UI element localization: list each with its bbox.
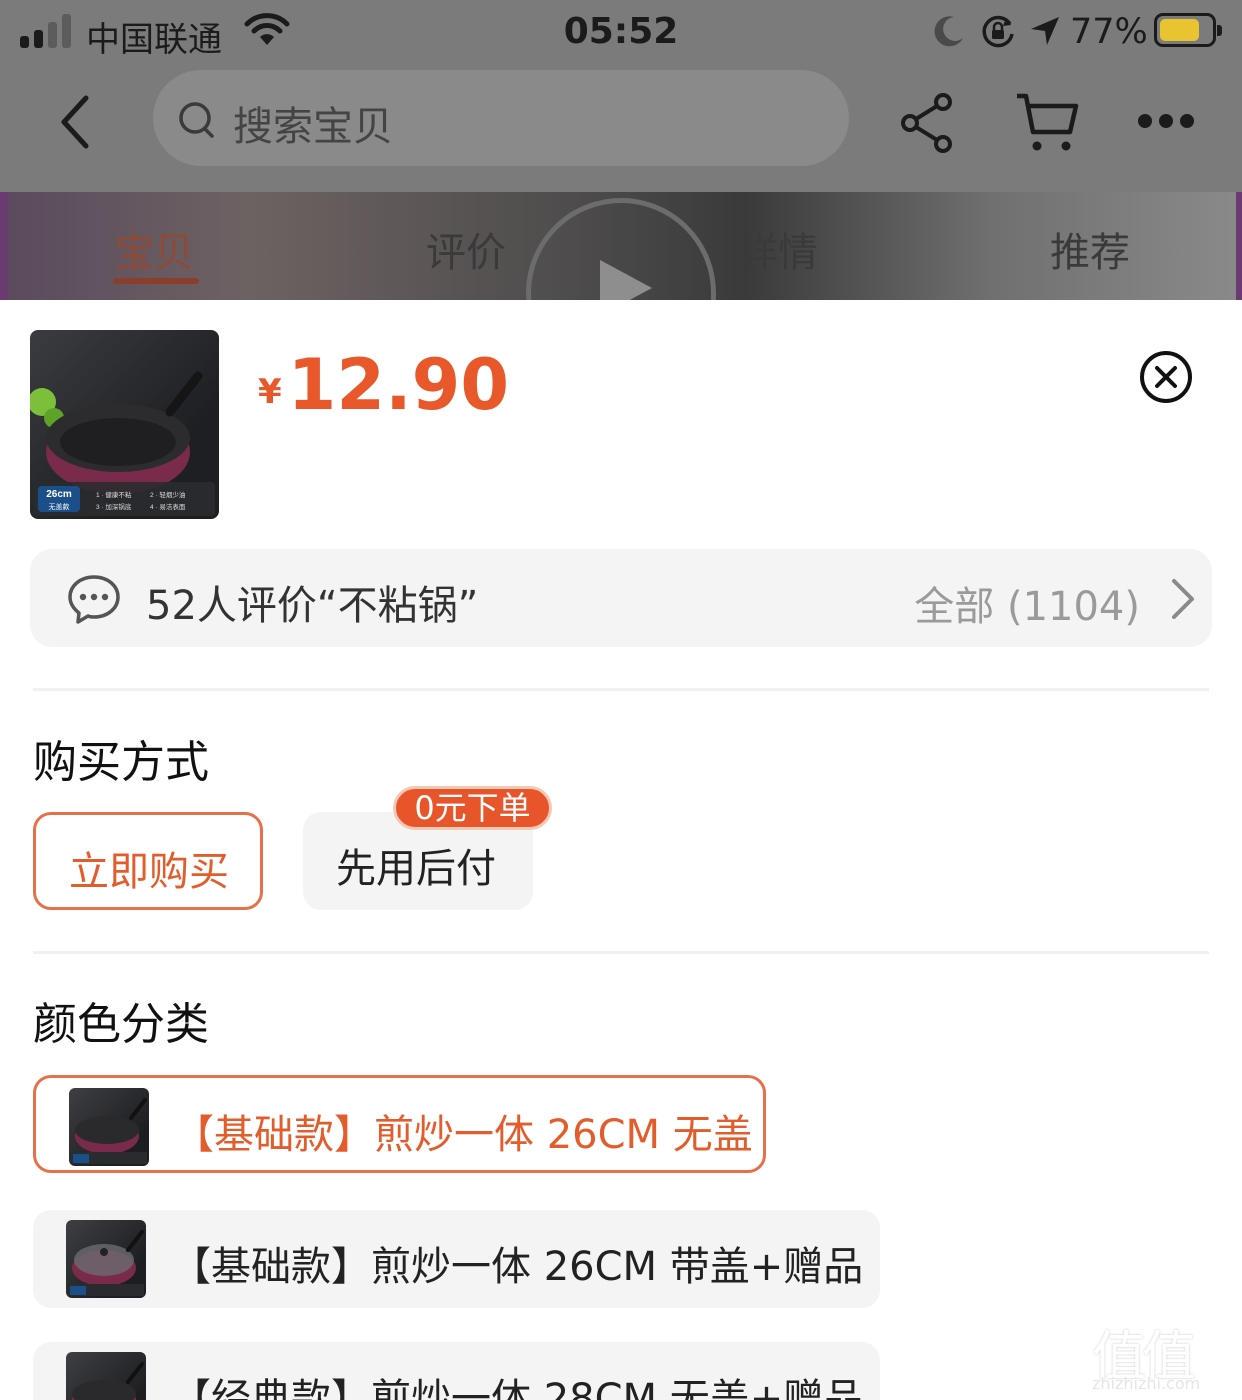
variant-option[interactable]: 【基础款】煎炒一体 26CM 无盖 <box>33 1075 766 1173</box>
review-keyword-text: 52人评价“不粘锅” <box>146 583 479 629</box>
section-tabs: 宝贝 评价 详情 推荐 <box>0 192 1242 300</box>
back-icon[interactable] <box>50 92 110 152</box>
sku-selection-sheet: 26cm 无盖款 1 · 健康不粘 2 · 轻烟少油 3 · 加深锅底 4 · … <box>0 300 1242 1400</box>
svg-text:3 · 加深锅底: 3 · 加深锅底 <box>96 502 132 511</box>
orientation-lock-icon <box>982 15 1014 48</box>
tab-details[interactable]: 详情 <box>738 220 818 278</box>
variant-option[interactable]: 【经典款】煎炒一体 28CM 无盖+赠品 <box>33 1342 880 1400</box>
price-value: 12.90 <box>287 344 510 426</box>
variant-thumbnail <box>66 1220 146 1298</box>
battery-percent: 77% <box>1070 12 1148 52</box>
more-icon[interactable] <box>1138 114 1194 128</box>
pan-image: 26cm 无盖款 1 · 健康不粘 2 · 轻烟少油 3 · 加深锅底 4 · … <box>30 371 215 516</box>
pay-later-label: 先用后付 <box>336 846 496 892</box>
moon-icon <box>934 16 963 47</box>
svg-text:2 · 轻烟少油: 2 · 轻烟少油 <box>150 490 185 499</box>
svg-text:1 · 健康不粘: 1 · 健康不粘 <box>96 490 132 499</box>
close-icon[interactable] <box>1139 350 1193 404</box>
hero-media: 宝贝 评价 详情 推荐 <box>0 192 1242 300</box>
status-bar: 中国联通 05:52 77% <box>0 0 1242 64</box>
svg-text:26cm: 26cm <box>46 489 72 500</box>
divider <box>33 688 1209 691</box>
battery-level-fill <box>1160 19 1199 41</box>
review-summary-bar[interactable]: 52人评价“不粘锅” 全部 (1104) <box>30 549 1212 647</box>
variant-label: 【基础款】煎炒一体 26CM 带盖+赠品 <box>171 1244 864 1290</box>
zero-yuan-badge: 0元下单 <box>393 786 552 830</box>
variant-thumbnail <box>69 1088 149 1166</box>
dimmed-product-page[interactable]: 中国联通 05:52 77% 搜索宝贝 宝贝 评价 详情 推荐 <box>0 0 1242 300</box>
buy-now-option[interactable]: 立即购买 <box>33 812 263 910</box>
variant-label: 【经典款】煎炒一体 28CM 无盖+赠品 <box>171 1376 864 1400</box>
product-price: ¥12.90 <box>258 344 509 426</box>
share-icon[interactable] <box>898 92 956 154</box>
variant-label: 【基础款】煎炒一体 26CM 无盖 <box>174 1112 753 1158</box>
product-thumbnail[interactable]: 26cm 无盖款 1 · 健康不粘 2 · 轻烟少油 3 · 加深锅底 4 · … <box>30 330 219 519</box>
active-tab-indicator <box>113 278 199 284</box>
currency-symbol: ¥ <box>258 372 282 412</box>
svg-text:无盖款: 无盖款 <box>49 502 70 511</box>
watermark-url: zhizhizhi.com <box>1092 1374 1201 1393</box>
divider <box>33 951 1209 954</box>
svg-text:4 · 易洁表面: 4 · 易洁表面 <box>150 502 186 511</box>
color-category-title: 颜色分类 <box>33 999 209 1050</box>
all-reviews-link[interactable]: 全部 (1104) <box>914 574 1140 632</box>
variant-thumbnail <box>66 1352 146 1400</box>
cart-icon[interactable] <box>1014 90 1080 154</box>
top-navbar: 搜索宝贝 <box>0 64 1242 192</box>
tab-item[interactable]: 宝贝 <box>114 220 194 278</box>
search-icon <box>179 102 214 138</box>
tab-recommend[interactable]: 推荐 <box>1050 220 1130 278</box>
search-placeholder: 搜索宝贝 <box>233 104 393 150</box>
search-input[interactable]: 搜索宝贝 <box>153 70 849 166</box>
chevron-right-icon <box>1172 579 1194 619</box>
battery-icon <box>1154 13 1222 47</box>
variant-option[interactable]: 【基础款】煎炒一体 26CM 带盖+赠品 <box>33 1210 880 1308</box>
chat-bubble-icon <box>68 575 120 624</box>
buy-now-label: 立即购买 <box>69 849 229 895</box>
tab-reviews[interactable]: 评价 <box>426 220 506 278</box>
site-watermark: 值值值 zhizhizhi.com <box>1092 1312 1232 1394</box>
purchase-method-title: 购买方式 <box>33 737 209 788</box>
location-arrow-icon <box>1031 17 1059 45</box>
